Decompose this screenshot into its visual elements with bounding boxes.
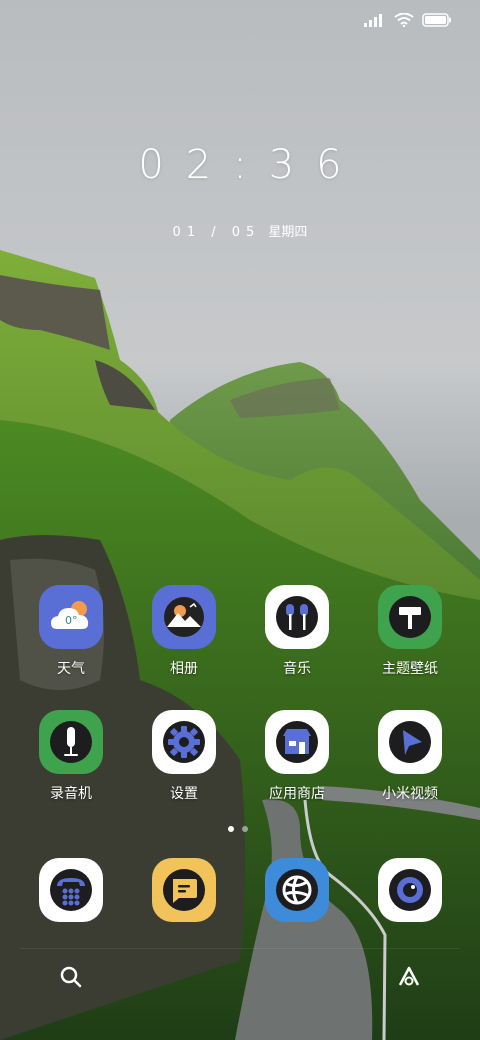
search-icon[interactable]	[58, 964, 84, 994]
weather-temperature: 0°	[65, 614, 78, 627]
clock-date[interactable]: 01 / 05 星期四	[0, 221, 480, 240]
browser-icon	[265, 858, 329, 922]
video-icon	[378, 710, 442, 774]
phone-icon	[39, 858, 103, 922]
dock-camera[interactable]	[355, 858, 465, 922]
signal-icon	[364, 12, 386, 31]
themes-icon	[378, 585, 442, 649]
dock-divider	[20, 948, 460, 949]
dock-phone[interactable]	[16, 858, 126, 922]
app-label: 相册	[170, 661, 198, 677]
app-label: 主题壁纸	[382, 661, 438, 677]
app-store[interactable]: 应用商店	[242, 710, 352, 803]
gallery-icon	[152, 585, 216, 649]
page-dot[interactable]	[242, 826, 248, 832]
camera-icon	[378, 858, 442, 922]
assistant-icon[interactable]	[396, 964, 422, 994]
app-label: 应用商店	[269, 786, 325, 802]
app-label: 设置	[170, 786, 198, 802]
wifi-icon	[394, 12, 414, 31]
app-settings[interactable]: 设置	[129, 710, 239, 803]
app-video[interactable]: 小米视频	[355, 710, 465, 803]
recorder-icon	[39, 710, 103, 774]
settings-icon	[152, 710, 216, 774]
page-indicator[interactable]	[228, 826, 248, 832]
date-text: 01 / 05	[172, 225, 261, 240]
music-icon	[265, 585, 329, 649]
app-weather[interactable]: 0° 天气	[16, 585, 126, 678]
app-label: 小米视频	[382, 786, 438, 802]
app-label: 天气	[57, 661, 85, 677]
dock-messages[interactable]	[129, 858, 239, 922]
app-label: 录音机	[50, 786, 92, 802]
weather-icon: 0°	[39, 585, 103, 649]
messages-icon	[152, 858, 216, 922]
app-label: 音乐	[283, 661, 311, 677]
app-gallery[interactable]: 相册	[129, 585, 239, 678]
app-recorder[interactable]: 录音机	[16, 710, 126, 803]
page-dot-active[interactable]	[228, 826, 234, 832]
app-themes[interactable]: 主题壁纸	[355, 585, 465, 678]
status-bar	[364, 12, 452, 31]
dock-browser[interactable]	[242, 858, 352, 922]
app-music[interactable]: 音乐	[242, 585, 352, 678]
weekday-text: 星期四	[268, 225, 308, 240]
battery-icon	[422, 12, 452, 31]
app-store-icon	[265, 710, 329, 774]
clock-time[interactable]: 02:36	[0, 142, 480, 188]
